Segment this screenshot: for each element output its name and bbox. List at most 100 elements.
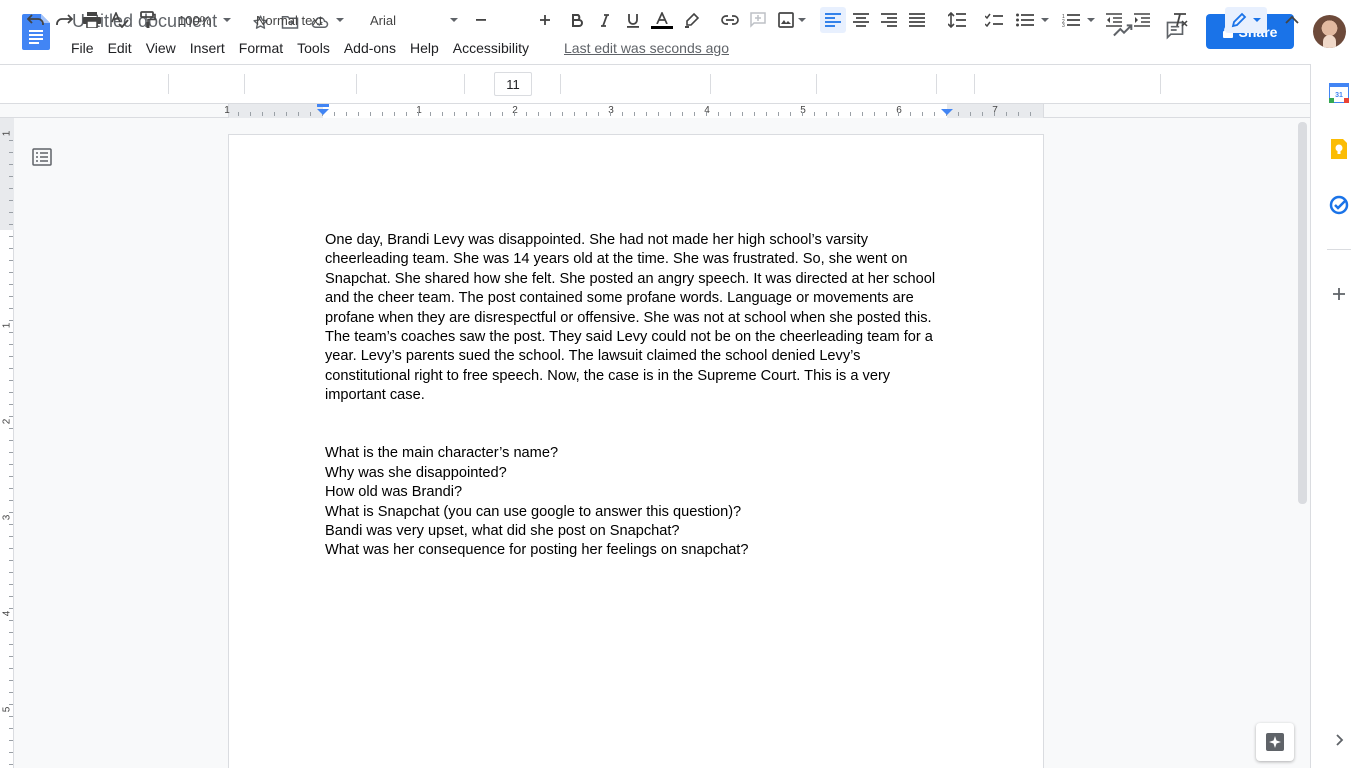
align-left-icon[interactable]	[820, 7, 846, 33]
vruler-tick	[9, 188, 13, 189]
underline-icon[interactable]	[622, 7, 644, 33]
menu-help[interactable]: Help	[403, 38, 446, 58]
zoom-value: 100%	[178, 12, 212, 28]
ruler-tick	[922, 112, 923, 116]
spellcheck-icon[interactable]	[108, 7, 132, 33]
align-right-icon[interactable]	[876, 7, 902, 33]
left-indent-marker[interactable]	[317, 104, 329, 118]
ruler-tick	[814, 112, 815, 116]
insert-image-icon[interactable]	[774, 7, 810, 33]
ruler-tick	[526, 112, 527, 116]
bold-icon[interactable]	[566, 7, 588, 33]
menu-edit[interactable]: Edit	[101, 38, 139, 58]
ruler-tick	[730, 112, 731, 116]
text-color-icon[interactable]	[650, 7, 674, 33]
line-spacing-icon[interactable]	[944, 7, 970, 33]
right-indent-marker[interactable]	[941, 108, 953, 118]
vruler-tick	[9, 632, 13, 633]
checklist-icon[interactable]	[982, 7, 1006, 33]
menu-view[interactable]: View	[139, 38, 183, 58]
menu-insert[interactable]: Insert	[183, 38, 232, 58]
avatar[interactable]	[1313, 15, 1346, 48]
ruler-tick	[1030, 112, 1031, 116]
ruler-tick	[394, 112, 395, 116]
vruler-tick	[9, 668, 13, 669]
undo-icon[interactable]	[24, 7, 48, 33]
vruler-tick	[9, 560, 13, 561]
highlight-color-icon[interactable]	[680, 7, 704, 33]
menu-format[interactable]: Format	[232, 38, 290, 58]
document-body[interactable]: One day, Brandi Levy was disappointed. S…	[325, 231, 949, 561]
ruler-tick	[754, 112, 755, 116]
document-outline-icon[interactable]	[32, 148, 54, 168]
question-line: What was her consequence for posting her…	[325, 542, 749, 559]
vruler-tick	[9, 176, 13, 177]
scrollbar-thumb[interactable]	[1298, 122, 1307, 504]
ruler-tick	[562, 112, 563, 116]
ruler-tick	[442, 112, 443, 116]
document-page[interactable]: One day, Brandi Levy was disappointed. S…	[228, 134, 1044, 768]
vruler-tick	[9, 272, 13, 273]
last-edit-link[interactable]: Last edit was seconds ago	[564, 40, 729, 56]
ruler-tick	[1018, 112, 1019, 116]
menu-bar: File Edit View Insert Format Tools Add-o…	[64, 38, 536, 58]
decrease-font-size-button[interactable]	[470, 7, 492, 33]
menu-accessibility[interactable]: Accessibility	[446, 38, 536, 58]
bulleted-list-icon[interactable]	[1012, 7, 1052, 33]
svg-text:31: 31	[1335, 92, 1343, 99]
add-comment-icon[interactable]	[746, 7, 770, 33]
align-justify-icon[interactable]	[904, 7, 930, 33]
explore-button[interactable]	[1256, 723, 1294, 761]
ruler-tick	[982, 112, 983, 116]
ruler-tick	[286, 112, 287, 116]
ruler-tick	[694, 112, 695, 116]
ruler-tick	[358, 112, 359, 116]
font-select[interactable]: Arial	[370, 7, 462, 33]
zoom-select[interactable]: 100%	[178, 7, 236, 33]
calendar-icon[interactable]: 31	[1328, 82, 1350, 104]
keep-icon[interactable]	[1329, 139, 1349, 159]
vruler-tick	[9, 356, 13, 357]
numbered-list-icon[interactable]: 123	[1058, 7, 1098, 33]
ruler-tick	[550, 112, 551, 116]
vruler-tick	[9, 704, 13, 705]
question-line: Bandi was very upset, what did she post …	[325, 523, 680, 540]
font-size-input[interactable]: 11	[494, 72, 532, 96]
italic-icon[interactable]	[594, 7, 616, 33]
ruler-tick	[646, 112, 647, 116]
ruler-tick	[406, 112, 407, 116]
paint-format-icon[interactable]	[136, 7, 160, 33]
redo-icon[interactable]	[52, 7, 76, 33]
hide-menus-chevron-up-icon[interactable]	[1280, 7, 1304, 33]
menu-tools[interactable]: Tools	[290, 38, 337, 58]
vruler-tick	[9, 152, 13, 153]
vruler-tick	[9, 548, 13, 549]
chevron-right-icon[interactable]	[1329, 730, 1349, 750]
ruler-tick	[610, 112, 611, 116]
decrease-indent-icon[interactable]	[1102, 7, 1126, 33]
increase-font-size-button[interactable]	[534, 7, 556, 33]
add-icon[interactable]	[1329, 284, 1349, 304]
ruler-tick	[742, 112, 743, 116]
ruler-tick	[502, 112, 503, 116]
ruler-number: 1	[224, 105, 230, 116]
style-select[interactable]: Normal text	[256, 7, 348, 33]
toolbar	[0, 64, 1310, 104]
ruler-number: 5	[800, 105, 806, 116]
tasks-icon[interactable]	[1329, 195, 1349, 215]
menu-addons[interactable]: Add-ons	[337, 38, 403, 58]
clear-formatting-icon[interactable]	[1168, 7, 1192, 33]
ruler-tick	[958, 112, 959, 116]
ruler-number: 4	[704, 105, 710, 116]
align-center-icon[interactable]	[848, 7, 874, 33]
vruler-number: 5	[1, 706, 13, 713]
menu-file[interactable]: File	[64, 38, 101, 58]
increase-indent-icon[interactable]	[1130, 7, 1154, 33]
editing-mode-select[interactable]	[1225, 7, 1267, 33]
insert-link-icon[interactable]	[718, 7, 742, 33]
print-icon[interactable]	[80, 7, 104, 33]
ruler-tick	[634, 112, 635, 116]
ruler-tick	[790, 112, 791, 116]
ruler-tick	[454, 112, 455, 116]
side-panel	[1310, 64, 1366, 768]
